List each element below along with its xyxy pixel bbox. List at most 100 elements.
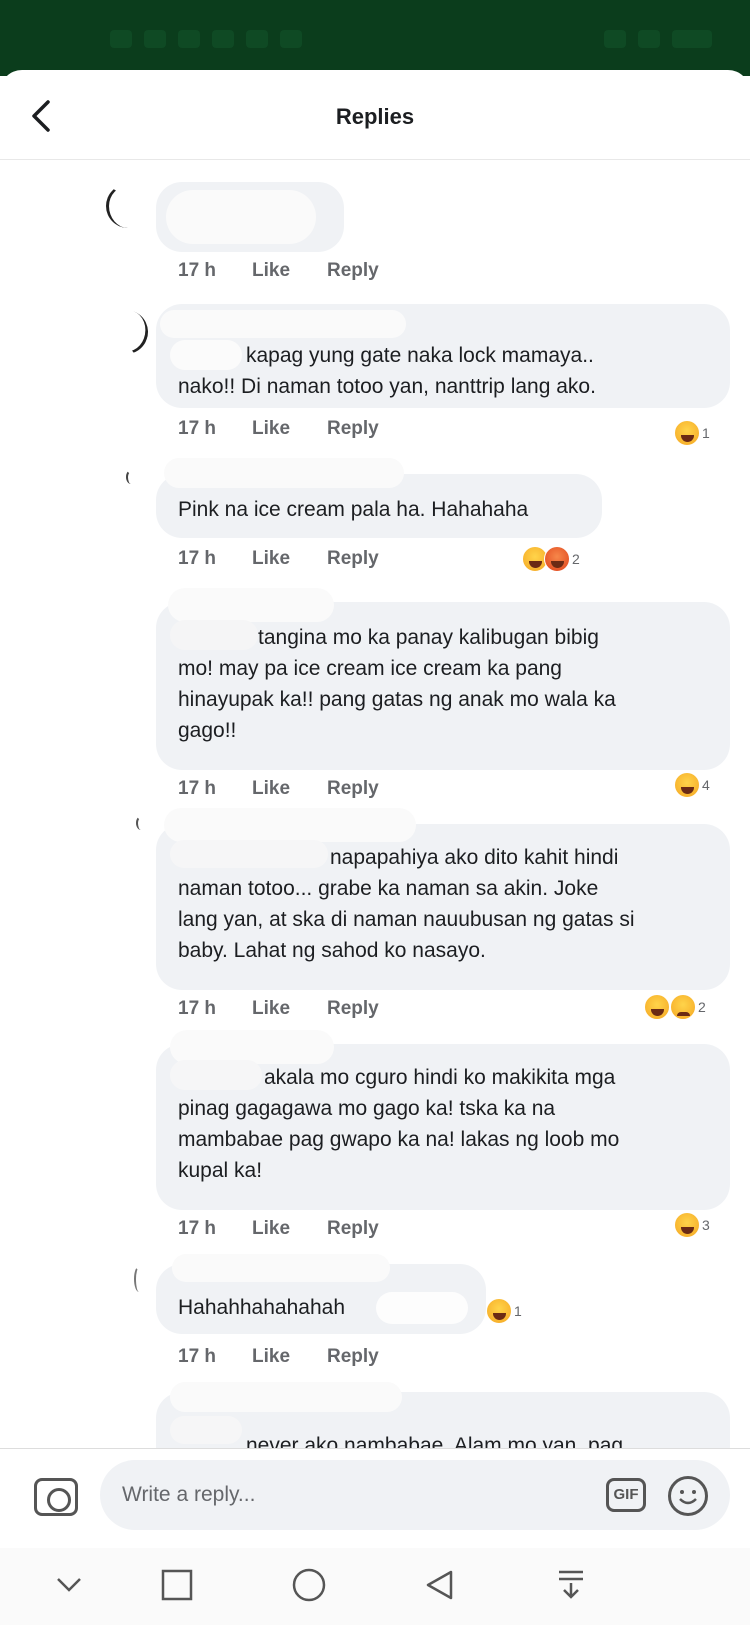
avatar[interactable] <box>136 816 146 830</box>
comment-text: naman totoo... grabe ka naman sa akin. J… <box>178 877 599 900</box>
like-button[interactable]: Like <box>252 1218 290 1240</box>
haha-reaction-icon <box>674 772 700 798</box>
comment-text: baby. Lahat ng sahod ko nasayo. <box>178 939 486 962</box>
like-button[interactable]: Like <box>252 260 290 282</box>
redacted-name <box>164 808 416 842</box>
redacted-name <box>170 620 258 650</box>
redacted-name <box>166 190 316 244</box>
reply-button[interactable]: Reply <box>327 1346 379 1368</box>
comment-text: tangina mo ka panay kalibugan bibig <box>258 626 599 649</box>
comment-time: 17 h <box>178 998 217 1019</box>
comment-time: 17 h <box>178 548 217 569</box>
haha-reaction-icon <box>674 420 700 446</box>
avatar[interactable] <box>126 470 136 484</box>
reaction-summary[interactable]: 4 <box>674 772 710 798</box>
square-icon[interactable] <box>152 1560 202 1610</box>
smiley-icon[interactable] <box>668 1476 708 1516</box>
triangle-back-icon[interactable] <box>414 1560 464 1610</box>
redacted-name <box>376 1292 468 1324</box>
signal-icon <box>110 30 132 48</box>
eye-icon <box>604 30 626 48</box>
comment-time: 17 h <box>178 418 217 439</box>
messenger-icon <box>212 30 234 48</box>
comment-text: kapag yung gate naka lock mamaya.. <box>246 344 594 367</box>
comment-text: lang yan, at ska di naman nauubusan ng g… <box>178 908 635 931</box>
redacted-name <box>168 588 334 622</box>
signal-icon-2 <box>144 30 166 48</box>
reaction-summary[interactable]: 2 <box>644 994 706 1020</box>
replies-list[interactable]: 17 h Like Reply kapag yung gate naka loc… <box>0 160 750 1448</box>
vibrate-icon <box>638 30 660 48</box>
reaction-summary[interactable]: 2 <box>522 546 580 572</box>
status-icons-left <box>110 30 302 48</box>
haha-reaction-icon <box>644 994 670 1020</box>
comment-text: hinayupak ka!! pang gatas ng anak mo wal… <box>178 688 616 711</box>
comment-text: mambabae pag gwapo ka na! lakas ng loob … <box>178 1128 620 1151</box>
redacted-name <box>170 1382 402 1412</box>
comment-text: nako!! Di naman totoo yan, nanttrip lang… <box>178 375 596 398</box>
redacted-name <box>170 340 242 370</box>
camera-icon[interactable] <box>34 1478 78 1516</box>
reaction-summary[interactable]: 3 <box>674 1212 710 1238</box>
comment-text: never ako nambabae. Alam mo yan, pag <box>246 1434 624 1448</box>
haha-reaction-icon <box>486 1298 512 1324</box>
chevron-down-icon[interactable] <box>44 1560 94 1610</box>
avatar[interactable] <box>97 303 155 361</box>
redacted-name <box>164 458 404 488</box>
comment-text: Hahahhahahahah <box>178 1296 345 1319</box>
notification-icon <box>280 30 302 48</box>
system-nav-bar <box>0 1548 750 1625</box>
reaction-count: 4 <box>702 777 710 793</box>
comment-time: 17 h <box>178 260 217 281</box>
redacted-name <box>170 840 328 868</box>
redacted-name <box>170 1060 262 1090</box>
comment-time: 17 h <box>178 778 217 799</box>
reply-button[interactable]: Reply <box>327 778 379 800</box>
page-title: Replies <box>335 104 415 129</box>
reaction-summary[interactable]: 1 <box>674 420 710 446</box>
comment-text: mo! may pa ice cream ice cream ka pang <box>178 657 562 680</box>
reply-button[interactable]: Reply <box>327 548 379 570</box>
download-icon[interactable] <box>546 1560 596 1610</box>
reply-button[interactable]: Reply <box>327 1218 379 1240</box>
redacted-name <box>170 1030 334 1064</box>
like-button[interactable]: Like <box>252 418 290 440</box>
like-button[interactable]: Like <box>252 998 290 1020</box>
reaction-count: 2 <box>698 999 706 1015</box>
reply-button[interactable]: Reply <box>327 998 379 1020</box>
status-icons-right <box>604 30 712 48</box>
redacted-name <box>160 310 406 338</box>
redacted-name <box>172 1254 390 1282</box>
reaction-count: 1 <box>702 425 710 441</box>
avatar[interactable] <box>106 184 150 228</box>
comment-text: gago!! <box>178 719 237 742</box>
reaction-count: 3 <box>702 1217 710 1233</box>
like-button[interactable]: Like <box>252 778 290 800</box>
comment-text: akala mo cguro hindi ko makikita mga <box>264 1066 616 1089</box>
comment-text: pinag gagagawa mo gago ka! tska ka na <box>178 1097 556 1120</box>
reply-button[interactable]: Reply <box>327 260 379 282</box>
wifi-icon <box>178 30 200 48</box>
reaction-count: 1 <box>514 1303 522 1319</box>
haha-reaction-icon <box>674 1212 700 1238</box>
avatar[interactable] <box>134 1266 144 1292</box>
reply-button[interactable]: Reply <box>327 418 379 440</box>
redacted-name <box>170 1416 242 1444</box>
reply-input-placeholder: Write a reply... <box>122 1483 256 1506</box>
comment-text: napapahiya ako dito kahit hindi <box>330 846 619 869</box>
status-bar <box>0 0 750 76</box>
circle-icon[interactable] <box>284 1560 334 1610</box>
comment-time: 17 h <box>178 1346 217 1367</box>
like-button[interactable]: Like <box>252 548 290 570</box>
like-button[interactable]: Like <box>252 1346 290 1368</box>
reaction-summary[interactable]: 1 <box>486 1298 522 1324</box>
gif-icon[interactable]: GIF <box>606 1478 646 1512</box>
comment-text: Pink na ice cream pala ha. Hahahaha <box>178 498 529 521</box>
reaction-count: 2 <box>572 551 580 567</box>
comment-text: kupal ka! <box>178 1159 263 1182</box>
battery-icon <box>672 30 712 48</box>
angry-reaction-icon <box>544 546 570 572</box>
comment-time: 17 h <box>178 1218 217 1239</box>
sad-reaction-icon <box>670 994 696 1020</box>
facebook-icon <box>246 30 268 48</box>
